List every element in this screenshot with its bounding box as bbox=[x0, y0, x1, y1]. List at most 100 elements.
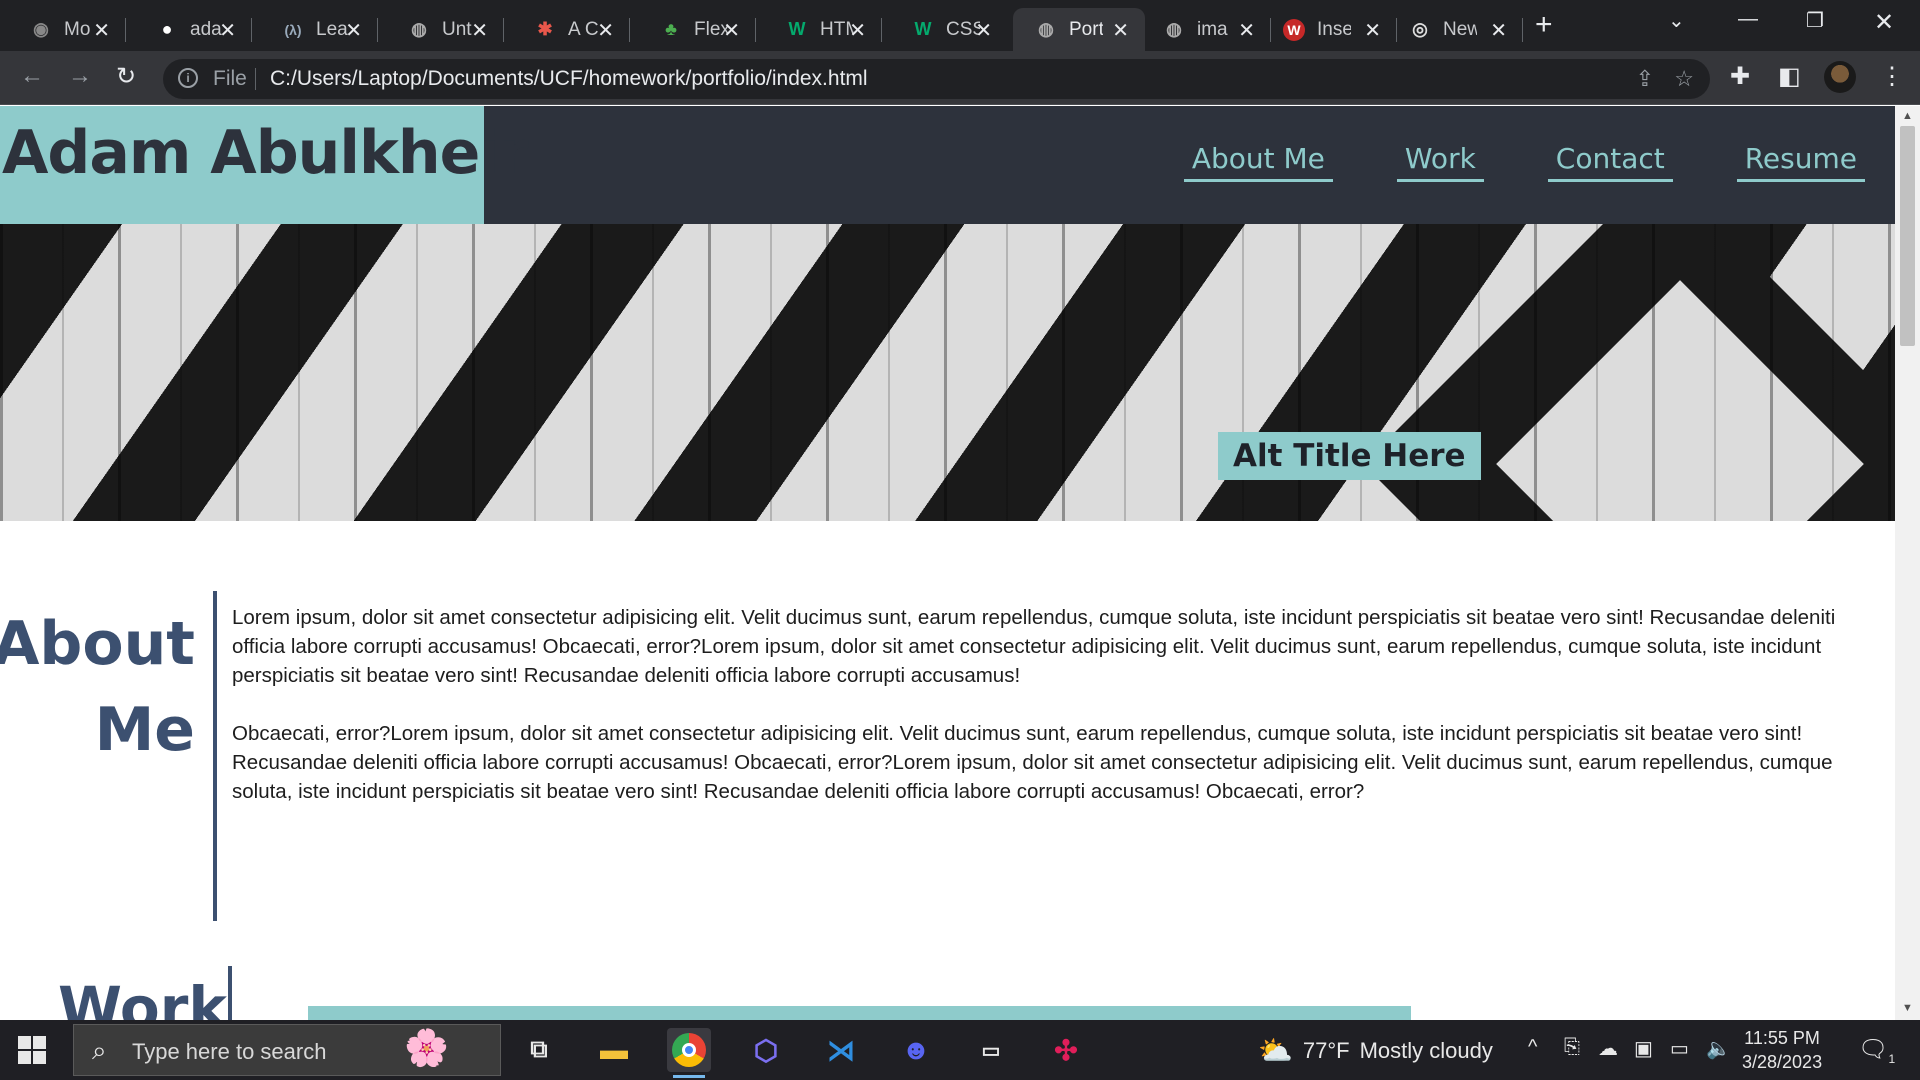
browser-tab[interactable]: ◍ ima ✕ bbox=[1145, 8, 1271, 51]
github-icon: ● bbox=[161, 19, 173, 39]
about-text: Lorem ipsum, dolor sit amet consectetur … bbox=[232, 603, 1882, 806]
menu-kebab-icon[interactable]: ⋮ bbox=[1880, 62, 1904, 91]
work-divider bbox=[228, 966, 232, 1020]
page-scrollbar[interactable]: ▲ ▼ bbox=[1895, 106, 1920, 1020]
close-tab-icon[interactable]: ✕ bbox=[597, 18, 614, 43]
close-tab-icon[interactable]: ✕ bbox=[471, 18, 488, 43]
file-explorer-icon[interactable]: ▬ bbox=[592, 1028, 636, 1072]
restore-icon[interactable]: ❐ bbox=[1806, 8, 1824, 33]
browser-tab-strip: ◉ Mo ✕ ● ada ✕ (λ) Lea ✕ ◍ Unt ✕ ✱ A C ✕… bbox=[0, 0, 1920, 51]
scrollbar-thumb[interactable] bbox=[1900, 126, 1915, 346]
site-name: Adam Abulkheir bbox=[2, 118, 528, 188]
windows-start-icon[interactable] bbox=[18, 1036, 46, 1064]
discord-icon[interactable]: ☻ bbox=[894, 1028, 938, 1072]
nav-link-contact[interactable]: Contact bbox=[1547, 142, 1673, 182]
nav-link-about[interactable]: About Me bbox=[1183, 142, 1333, 182]
globe-icon: ◍ bbox=[1166, 19, 1182, 39]
about-heading: About Me bbox=[0, 609, 195, 765]
profile-avatar[interactable] bbox=[1824, 61, 1856, 93]
scroll-down-icon[interactable]: ▼ bbox=[1902, 1002, 1913, 1014]
browser-tab[interactable]: ● ada ✕ bbox=[126, 8, 252, 51]
globe-icon: ◍ bbox=[1038, 19, 1054, 39]
volume-icon[interactable]: 🔈 bbox=[1706, 1036, 1731, 1061]
meet-now-icon[interactable]: ⎘ bbox=[1564, 1036, 1580, 1059]
browser-tab[interactable]: ◉ Mo ✕ bbox=[0, 8, 126, 51]
slack-icon[interactable]: ✣ bbox=[1044, 1028, 1088, 1072]
site-logo: Adam Abulkheir bbox=[0, 106, 528, 224]
taskbar-clock[interactable]: 11:55 PM 3/28/2023 bbox=[1742, 1026, 1822, 1074]
close-tab-icon[interactable]: ✕ bbox=[1238, 18, 1255, 43]
work-card-top bbox=[308, 1006, 1411, 1020]
show-hidden-icons-icon[interactable]: ^ bbox=[1528, 1036, 1537, 1059]
frog-icon: ♣ bbox=[665, 19, 677, 39]
weather-widget[interactable]: ⛅ 77°F Mostly cloudy bbox=[1258, 1034, 1493, 1067]
hero-title: Alt Title Here bbox=[1218, 432, 1481, 480]
close-tab-icon[interactable]: ✕ bbox=[975, 18, 992, 43]
site-nav: About Me Work Contact Resume bbox=[1120, 142, 1865, 182]
about-paragraph: Obcaecati, error?Lorem ipsum, dolor sit … bbox=[232, 722, 1833, 803]
lambda-icon: (λ) bbox=[284, 21, 302, 38]
bookmark-star-icon[interactable]: ☆ bbox=[1674, 66, 1694, 92]
extensions-icon[interactable]: ✚ bbox=[1730, 62, 1750, 91]
notifications-icon[interactable]: 🗨1 bbox=[1858, 1035, 1895, 1066]
close-tab-icon[interactable]: ✕ bbox=[1112, 18, 1129, 43]
tab-search-icon[interactable]: ⌄ bbox=[1668, 8, 1685, 33]
nav-link-resume[interactable]: Resume bbox=[1736, 142, 1865, 182]
close-tab-icon[interactable]: ✕ bbox=[219, 18, 236, 43]
close-tab-icon[interactable]: ✕ bbox=[723, 18, 740, 43]
close-tab-icon[interactable]: ✕ bbox=[849, 18, 866, 43]
browser-tab[interactable]: ◎ New ✕ bbox=[1397, 8, 1523, 51]
browser-tab[interactable]: W CSS ✕ bbox=[882, 8, 1008, 51]
url-scheme-label: File bbox=[213, 67, 247, 90]
work-heading: Work bbox=[58, 974, 227, 1020]
reload-icon[interactable]: ↻ bbox=[116, 62, 136, 91]
hammer-icon: ◉ bbox=[33, 19, 49, 39]
close-tab-icon[interactable]: ✕ bbox=[1490, 18, 1507, 43]
close-tab-icon[interactable]: ✕ bbox=[345, 18, 362, 43]
close-tab-icon[interactable]: ✕ bbox=[93, 18, 110, 43]
w3-icon: W bbox=[788, 19, 806, 39]
browser-tab-active[interactable]: ◍ Port ✕ bbox=[1013, 8, 1145, 51]
minimize-icon[interactable]: — bbox=[1738, 8, 1758, 31]
cloudy-weather-icon: ⛅ bbox=[1258, 1035, 1293, 1066]
scroll-up-icon[interactable]: ▲ bbox=[1902, 110, 1913, 122]
about-divider bbox=[213, 591, 217, 921]
share-icon[interactable]: ⇪ bbox=[1636, 66, 1654, 92]
browser-tab[interactable]: ◍ Unt ✕ bbox=[378, 8, 504, 51]
page-viewport: Adam Abulkheir About Me Work Contact Res… bbox=[0, 106, 1920, 1020]
address-bar[interactable]: i File C:/Users/Laptop/Documents/UCF/hom… bbox=[163, 59, 1710, 99]
taskbar-search-box[interactable]: ⌕ Type here to search 🌸 bbox=[73, 1024, 501, 1076]
chrome-taskbar-icon[interactable] bbox=[667, 1028, 711, 1078]
network-icon[interactable]: ▣ bbox=[1634, 1036, 1653, 1061]
side-panel-icon[interactable]: ◧ bbox=[1778, 62, 1801, 91]
browser-tab[interactable]: (λ) Lea ✕ bbox=[252, 8, 378, 51]
battery-icon[interactable]: ▭ bbox=[1670, 1036, 1689, 1061]
browser-toolbar: ← → ↻ i File C:/Users/Laptop/Documents/U… bbox=[0, 51, 1920, 105]
hero-banner: Alt Title Here bbox=[0, 224, 1895, 521]
close-window-icon[interactable]: ✕ bbox=[1874, 8, 1894, 37]
nav-link-work[interactable]: Work bbox=[1396, 142, 1484, 182]
hero-image-planks bbox=[0, 224, 1895, 521]
terminal-icon[interactable]: ▭ bbox=[969, 1028, 1013, 1072]
browser-tab[interactable]: W Inse ✕ bbox=[1271, 8, 1397, 51]
back-icon[interactable]: ← bbox=[20, 62, 44, 90]
site-header: Adam Abulkheir About Me Work Contact Res… bbox=[0, 106, 1895, 224]
new-tab-icon[interactable]: + bbox=[1535, 8, 1553, 42]
copilot-icon[interactable]: ⬡ bbox=[744, 1028, 788, 1072]
task-view-icon[interactable]: ⧉ bbox=[517, 1028, 561, 1072]
onedrive-icon[interactable]: ☁ bbox=[1598, 1036, 1618, 1061]
browser-tab[interactable]: W HTM ✕ bbox=[756, 8, 882, 51]
about-paragraph: Lorem ipsum, dolor sit amet consectetur … bbox=[232, 606, 1836, 687]
about-section: About Me Lorem ipsum, dolor sit amet con… bbox=[0, 591, 1895, 1020]
browser-tab[interactable]: ✱ A C ✕ bbox=[504, 8, 630, 51]
vscode-icon[interactable]: ⋊ bbox=[819, 1028, 863, 1072]
search-icon: ⌕ bbox=[92, 1035, 107, 1065]
url-text[interactable]: C:/Users/Laptop/Documents/UCF/homework/p… bbox=[270, 67, 868, 91]
forward-icon[interactable]: → bbox=[68, 62, 92, 90]
w-logo-icon: W bbox=[1283, 18, 1305, 41]
w3-icon: W bbox=[914, 19, 932, 39]
windows-taskbar: ⌕ Type here to search 🌸 ⧉ ▬ ⬡ ⋊ ☻ ▭ ✣ ⛅ … bbox=[0, 1020, 1920, 1080]
browser-tab[interactable]: ♣ Flex ✕ bbox=[630, 8, 756, 51]
site-info-icon[interactable]: i bbox=[178, 68, 198, 88]
close-tab-icon[interactable]: ✕ bbox=[1364, 18, 1381, 43]
